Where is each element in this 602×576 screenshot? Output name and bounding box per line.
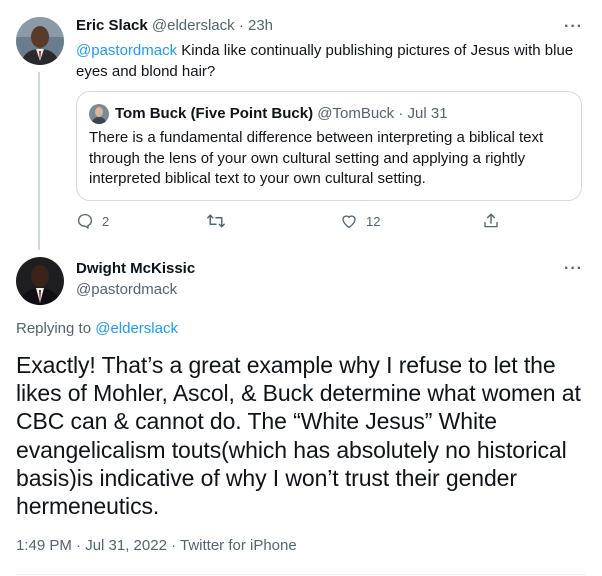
quoted-author-name: Tom Buck (Five Point Buck) (115, 105, 314, 122)
tweet1-author-name[interactable]: Eric Slack (76, 17, 148, 34)
thread-connector-line (38, 72, 40, 250)
dwight-mckissic-avatar[interactable] (16, 257, 64, 305)
like-count: 12 (366, 213, 381, 229)
replying-to-line: Replying to @elderslack (16, 320, 178, 338)
tweet2-text: Exactly! That’s a great example why I re… (16, 352, 581, 520)
reply-button[interactable]: 2 (76, 212, 109, 230)
quoted-date: Jul 31 (407, 105, 448, 122)
tweet2-author-name[interactable]: Dwight McKissic (76, 260, 195, 278)
tweet1-action-bar: 2 12 (76, 212, 506, 234)
reply-count: 2 (102, 213, 110, 229)
reply-icon (76, 212, 94, 230)
tweet1-mention-link[interactable]: @pastordmack (76, 42, 177, 59)
heart-icon (340, 212, 358, 230)
quoted-tweet-card[interactable]: Tom Buck (Five Point Buck) @TomBuck · Ju… (76, 91, 582, 201)
replying-prefix: Replying to (16, 320, 96, 337)
bottom-divider (16, 574, 586, 575)
retweet-icon (206, 212, 226, 230)
quoted-handle: @TomBuck (317, 105, 395, 122)
tweet1-time[interactable]: 23h (248, 17, 273, 34)
quoted-tweet-text: There is a fundamental difference betwee… (89, 129, 544, 187)
tweet1-separator: · (238, 17, 244, 34)
quoted-tweet-header: Tom Buck (Five Point Buck) @TomBuck · Ju… (89, 104, 448, 124)
tweet2-handle[interactable]: @pastordmack (76, 281, 177, 299)
quoted-separator: · (398, 105, 404, 122)
tweet1-header: Eric Slack @elderslack · 23h (76, 17, 273, 35)
tweet2-more-icon[interactable]: ··· (564, 261, 583, 277)
tweet1-text: @pastordmack Kinda like continually publ… (76, 40, 581, 82)
replying-to-link[interactable]: @elderslack (95, 320, 178, 337)
tweet1-handle[interactable]: @elderslack (152, 17, 235, 34)
share-button[interactable] (482, 212, 500, 230)
eric-slack-avatar[interactable] (16, 17, 64, 65)
tweet1-more-icon[interactable]: ··· (564, 19, 583, 35)
like-button[interactable]: 12 (340, 212, 380, 230)
share-icon (482, 212, 500, 230)
tweet2-timestamp[interactable]: 1:49 PM · Jul 31, 2022 · Twitter for iPh… (16, 537, 297, 555)
retweet-button[interactable] (206, 212, 234, 230)
tom-buck-avatar (89, 104, 109, 124)
